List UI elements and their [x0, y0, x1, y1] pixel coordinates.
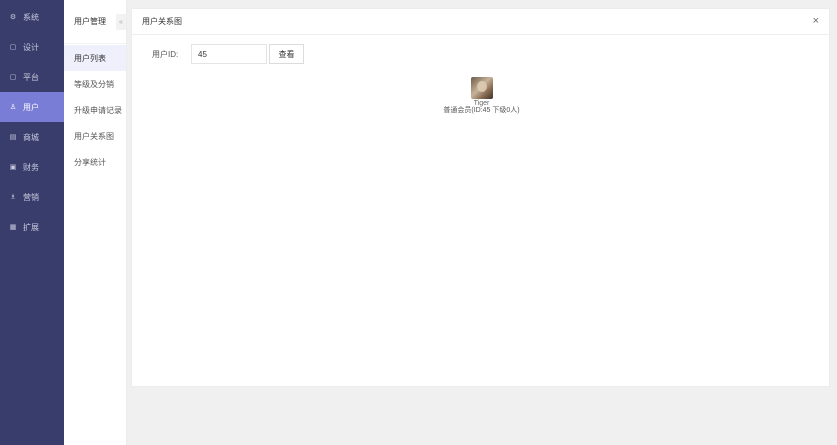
subnav-item-levels-distribution[interactable]: 等级及分销: [64, 71, 126, 97]
subnav-item-user-relation-graph[interactable]: 用户关系图: [64, 123, 126, 149]
sidebar-item-label: 扩展: [23, 222, 39, 232]
panel-title: 用户关系图: [142, 17, 182, 26]
sidebar-item-shop[interactable]: ▤ 商城: [0, 122, 64, 152]
view-button[interactable]: 查看: [269, 44, 304, 64]
monitor-icon: ▢: [9, 43, 17, 51]
sidebar-item-marketing[interactable]: ♗ 营销: [0, 182, 64, 212]
sub-navigation: 用户管理 « 用户列表 等级及分销 升级申请记录 用户关系图 分享统计: [64, 0, 127, 445]
node-info: 普通会员(ID:45 下级0人): [443, 107, 520, 114]
sidebar-item-label: 设计: [23, 42, 39, 52]
user-icon: ♙: [9, 103, 17, 111]
sidebar-item-label: 用户: [23, 102, 39, 112]
sidebar-item-label: 系统: [23, 12, 39, 22]
sidebar-item-design[interactable]: ▢ 设计: [0, 32, 64, 62]
node-username: Tiger: [473, 100, 490, 107]
collapse-icon[interactable]: «: [116, 14, 126, 30]
subnav-item-user-list[interactable]: 用户列表: [64, 45, 126, 71]
monitor-icon: ▢: [9, 73, 17, 81]
sidebar-item-system[interactable]: ⚙ 系统: [0, 2, 64, 32]
avatar[interactable]: [470, 77, 493, 99]
user-id-label: 用户ID:: [152, 49, 179, 59]
grid-icon: ▦: [9, 223, 17, 231]
sidebar-item-label: 商城: [23, 132, 39, 142]
shop-icon: ▤: [9, 133, 17, 141]
main-content: 用户关系图 × 用户ID: 查看 Tiger 普通会员(ID:45 下级0人): [127, 0, 837, 445]
finance-icon: ▣: [9, 163, 17, 171]
subnav-item-upgrade-requests[interactable]: 升级申请记录: [64, 97, 126, 123]
relation-tree: Tiger 普通会员(ID:45 下级0人): [132, 77, 831, 115]
subnav-header: 用户管理 «: [64, 0, 126, 44]
sidebar-item-extensions[interactable]: ▦ 扩展: [0, 212, 64, 242]
sidebar-item-platform[interactable]: ▢ 平台: [0, 62, 64, 92]
relation-graph-panel: 用户关系图 × 用户ID: 查看 Tiger 普通会员(ID:45 下级0人): [131, 8, 830, 387]
marketing-icon: ♗: [9, 193, 17, 201]
close-icon[interactable]: ×: [813, 16, 819, 27]
panel-header: 用户关系图 ×: [132, 9, 829, 35]
main-sidebar: ⚙ 系统 ▢ 设计 ▢ 平台 ♙ 用户 ▤ 商城 ▣ 财务 ♗ 营销 ▦ 扩展: [0, 0, 64, 445]
sidebar-item-label: 营销: [23, 192, 39, 202]
user-id-input[interactable]: [191, 44, 267, 64]
subnav-item-share-stats[interactable]: 分享统计: [64, 149, 126, 175]
sidebar-item-label: 平台: [23, 72, 39, 82]
gear-icon: ⚙: [9, 13, 17, 21]
sidebar-item-users[interactable]: ♙ 用户: [0, 92, 64, 122]
user-id-form: 用户ID: 查看: [152, 44, 304, 64]
sidebar-item-label: 财务: [23, 162, 39, 172]
sidebar-item-finance[interactable]: ▣ 财务: [0, 152, 64, 182]
subnav-title: 用户管理: [74, 17, 106, 26]
